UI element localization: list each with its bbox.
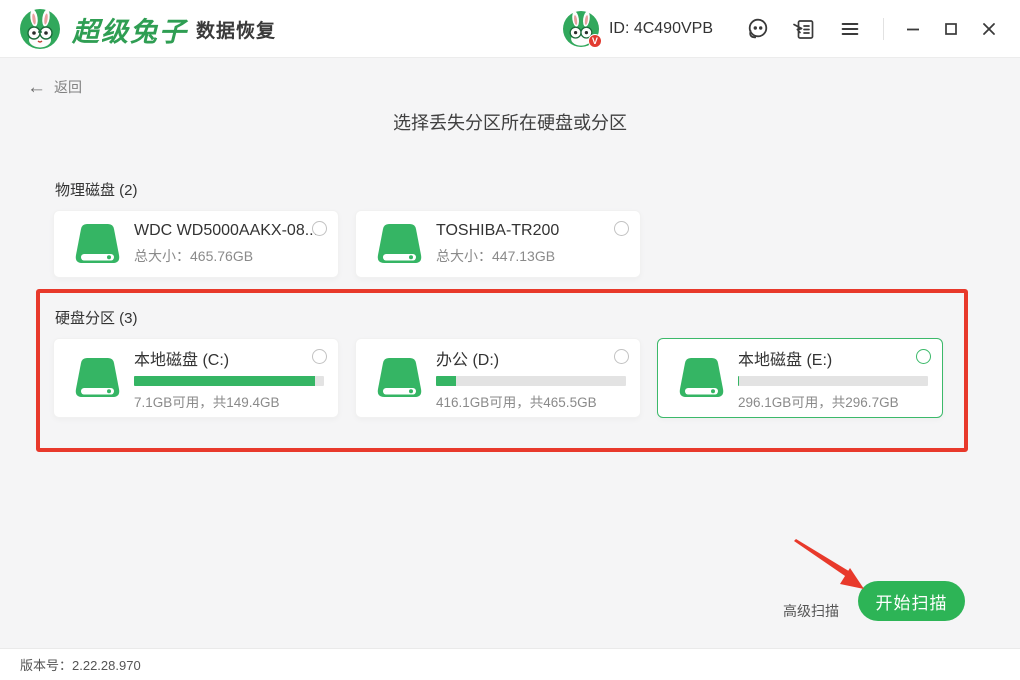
footer: 版本号：2.22.28.970 <box>0 648 1020 680</box>
close-button[interactable] <box>977 16 1001 42</box>
disk-total-size: 总大小：447.13GB <box>436 248 556 264</box>
partition-usage: 416.1GB可用，共465.5GB <box>436 394 597 410</box>
radio-button[interactable] <box>312 349 327 364</box>
radio-button[interactable] <box>614 349 629 364</box>
advanced-scan-link[interactable]: 高级扫描 <box>783 601 839 621</box>
titlebar-divider <box>883 18 884 40</box>
partition-name: 本地磁盘 (C:) <box>134 351 230 369</box>
back-button[interactable]: ← 返回 <box>27 77 82 97</box>
physical-disks-section-title: 物理磁盘 (2) <box>55 182 138 199</box>
hard-drive-icon <box>75 224 120 263</box>
disk-name: WDC WD5000AAKX-08... <box>134 222 319 239</box>
radio-button[interactable] <box>312 221 327 236</box>
page-title: 选择丢失分区所在硬盘或分区 <box>393 113 627 133</box>
usage-bar <box>134 375 324 386</box>
support-headset-icon[interactable] <box>745 16 771 42</box>
disk-card-wdc[interactable]: WDC WD5000AAKX-08... 总大小：465.76GB <box>53 210 339 278</box>
start-scan-button[interactable]: 开始扫描 <box>858 581 965 621</box>
hard-drive-icon <box>75 358 120 397</box>
back-arrow-icon: ← <box>27 76 46 98</box>
partition-card-d[interactable]: 办公 (D:) 416.1GB可用，共465.5GB <box>355 338 641 418</box>
app-title: 超级兔子 数据恢复 <box>72 0 276 58</box>
partition-card-c[interactable]: 本地磁盘 (C:) 7.1GB可用，共149.4GB <box>53 338 339 418</box>
disk-name: TOSHIBA-TR200 <box>436 222 560 239</box>
app-logo-rabbit-icon <box>20 9 60 49</box>
partition-name: 本地磁盘 (E:) <box>738 351 833 369</box>
partition-usage: 296.1GB可用，共296.7GB <box>738 394 899 410</box>
partition-list: 本地磁盘 (C:) 7.1GB可用，共149.4GB 办公 (D:) 416.1… <box>53 338 943 418</box>
usage-bar <box>738 375 928 386</box>
partition-card-e[interactable]: 本地磁盘 (E:) 296.1GB可用，共296.7GB <box>657 338 943 418</box>
radio-button-selected[interactable] <box>916 349 931 364</box>
hard-drive-icon <box>679 358 724 397</box>
brand-name: 超级兔子 <box>72 16 188 47</box>
partitions-section-title: 硬盘分区 (3) <box>55 310 138 327</box>
hard-drive-icon <box>377 358 422 397</box>
partition-name: 办公 (D:) <box>436 351 500 369</box>
physical-disk-list: WDC WD5000AAKX-08... 总大小：465.76GB TOSHIB… <box>53 210 641 278</box>
disk-card-toshiba[interactable]: TOSHIBA-TR200 总大小：447.13GB <box>355 210 641 278</box>
hard-drive-icon <box>377 224 422 263</box>
user-id: ID: 4C490VPB <box>608 20 713 37</box>
maximize-button[interactable] <box>939 16 963 42</box>
product-name: 数据恢复 <box>196 20 277 42</box>
usage-bar <box>436 375 626 386</box>
titlebar: 超级兔子 数据恢复 V ID: 4C490VPB <box>0 0 1020 58</box>
user-avatar[interactable]: V <box>562 11 602 48</box>
disk-total-size: 总大小：465.76GB <box>134 248 254 264</box>
vip-v-badge: V <box>587 34 602 48</box>
feedback-form-icon[interactable] <box>791 16 817 42</box>
version-label: 版本号：2.22.28.970 <box>20 658 141 673</box>
back-label: 返回 <box>54 79 82 95</box>
minimize-button[interactable] <box>901 16 925 42</box>
menu-icon[interactable] <box>837 16 863 42</box>
radio-button[interactable] <box>614 221 629 236</box>
annotation-arrow <box>794 539 864 589</box>
partition-usage: 7.1GB可用，共149.4GB <box>134 394 280 410</box>
